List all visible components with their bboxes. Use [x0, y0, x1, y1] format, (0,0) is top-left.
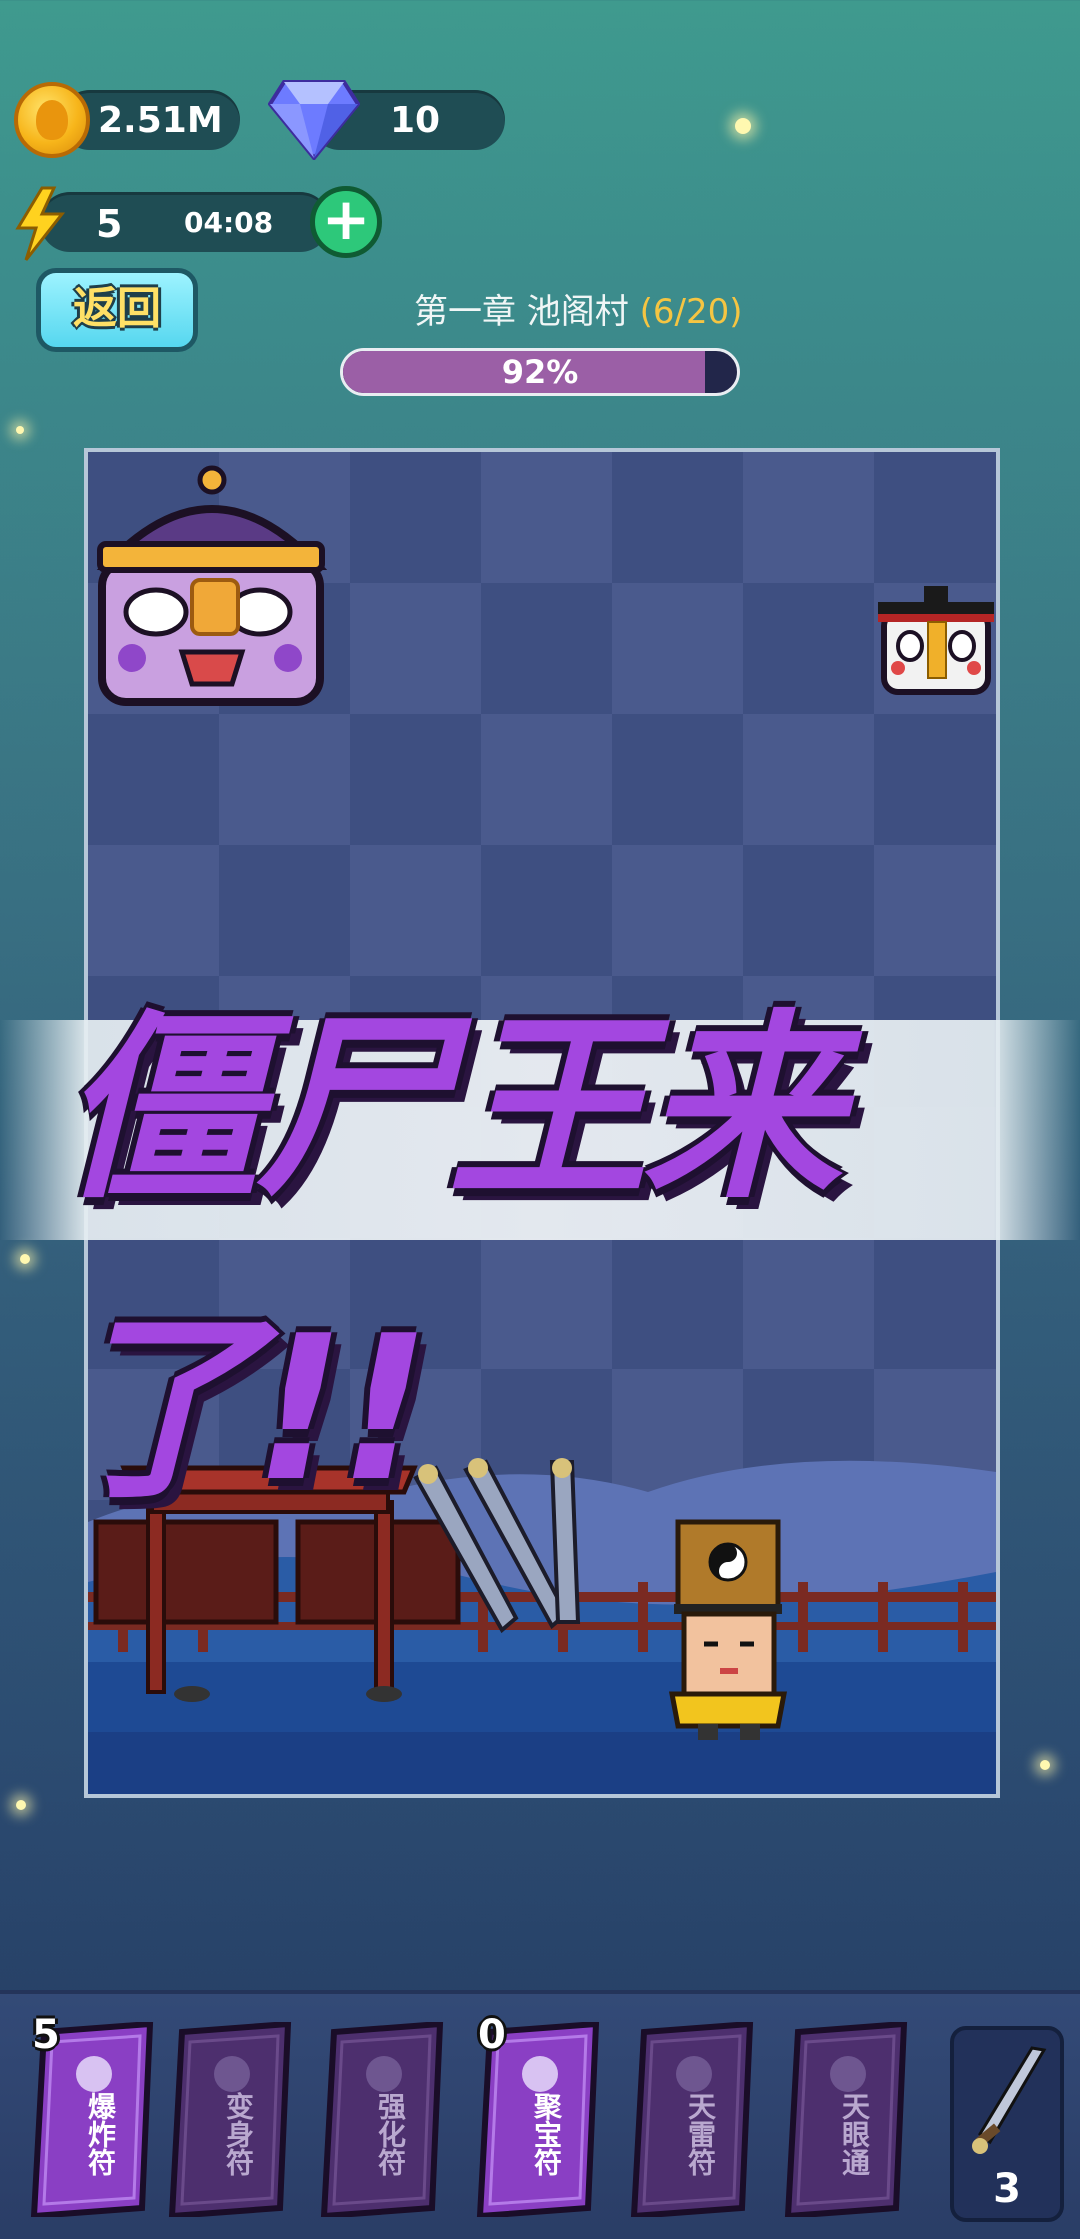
progress-percent: 92%	[501, 353, 579, 391]
skill-count: 0	[478, 2012, 506, 2058]
back-button[interactable]: 返回	[36, 268, 198, 352]
skill-card[interactable]: 天眼通	[784, 2022, 912, 2217]
boss-alert-text: 僵尸王来了!!	[60, 993, 842, 1526]
skill-label: 天眼通	[838, 2092, 871, 2176]
coin-value: 2.51M	[98, 100, 223, 141]
diamond-icon	[268, 80, 360, 160]
skill-card[interactable]: 变身符	[168, 2022, 296, 2217]
skill-label: 爆炸符	[84, 2092, 117, 2176]
energy-value: 5	[96, 202, 123, 246]
skill-card[interactable]: 天雷符	[630, 2022, 758, 2217]
weapon-slot[interactable]: 3	[950, 2026, 1064, 2222]
weapon-count: 3	[993, 2166, 1021, 2212]
skill-label: 变身符	[222, 2092, 255, 2176]
energy-counter: 5 04:08	[40, 192, 330, 252]
zombie-king[interactable]	[92, 462, 332, 722]
gem-value: 10	[390, 100, 441, 141]
add-energy-button[interactable]: +	[310, 186, 382, 258]
energy-bolt-icon	[15, 186, 66, 261]
sparkle	[735, 118, 751, 134]
chapter-name: 第一章 池阁村	[414, 292, 629, 332]
skill-count: 5	[32, 2012, 60, 2058]
chapter-title: 第一章 池阁村 (6/20)	[414, 284, 894, 334]
skill-label: 强化符	[374, 2092, 407, 2176]
skill-card[interactable]: 强化符	[320, 2022, 448, 2217]
flying-swords	[413, 1458, 581, 1634]
taoist-priest-player[interactable]	[648, 1518, 788, 1742]
chapter-progress: (6/20)	[639, 292, 743, 332]
sword-icon	[972, 2046, 1047, 2154]
sparkle	[1040, 1760, 1050, 1770]
energy-timer: 04:08	[184, 206, 274, 239]
level-progress-bar: 92%	[340, 348, 740, 396]
zombie-minion[interactable]	[874, 582, 998, 698]
skill-label: 聚宝符	[530, 2092, 563, 2176]
skill-label: 天雷符	[684, 2092, 717, 2176]
sparkle	[20, 1254, 30, 1264]
sparkle	[16, 426, 24, 434]
coin-icon	[14, 82, 90, 158]
sparkle	[16, 1800, 26, 1810]
